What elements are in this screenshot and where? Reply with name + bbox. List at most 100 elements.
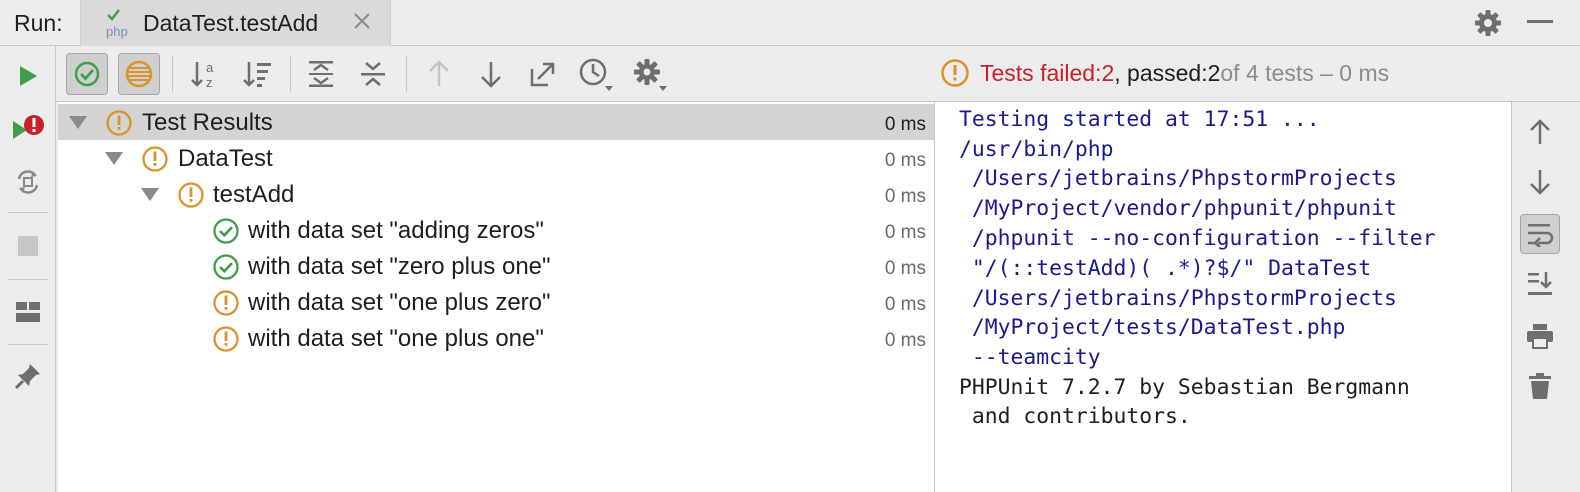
tree-row-one-plus-zero[interactable]: with data set "one plus zero" 0 ms [58,284,934,320]
close-icon[interactable] [351,10,373,32]
php-icon-text: php [106,24,128,39]
left-toolbar [0,46,56,492]
stop-icon [18,236,38,256]
console-line: Testing started at 17:51 ... [959,107,1320,132]
console-line: /Users/jetbrains/PhpstormProjects [959,166,1397,191]
scroll-to-end-icon [1528,272,1552,295]
run-icon [20,66,37,86]
tree-row-zero-plus-one[interactable]: with data set "zero plus one" 0 ms [58,248,934,284]
previous-failed-test-icon [429,60,449,86]
sort-alphabetically-icon: a z [191,60,214,90]
tree-row-label: testAdd [213,181,295,208]
console-line: "/(::testAdd)( .*)?$/" DataTest [959,256,1372,281]
tree-row-label: with data set "one plus zero" [248,289,551,316]
test-runner-toolbar: a z Tests failed: 2 , passed: 2 of 4 tes… [56,46,1580,102]
tab-title: DataTest.testAdd [143,10,319,36]
console-line: PHPUnit 7.2.7 by Sebastian Bergmann [959,375,1410,400]
test-settings-icon [634,59,667,91]
failed-count: 2 [1101,59,1115,86]
print-button[interactable] [1520,316,1560,356]
gear-icon[interactable] [1473,8,1503,38]
tree-row-duration: 0 ms [884,222,926,243]
rerun-failed-tests-button[interactable] [10,111,46,147]
scroll-to-end-button[interactable] [1520,264,1560,304]
show-ignored-icon [125,60,153,88]
scroll-down-button[interactable] [1520,162,1560,202]
soft-wrap-icon [1528,224,1554,247]
total-tests-text: of 4 tests – 0 ms [1220,59,1390,86]
tree-row-duration: 0 ms [884,294,926,315]
tree-row-one-plus-one[interactable]: with data set "one plus one" 0 ms [58,320,934,356]
warning-icon [142,146,168,172]
expand-all-button[interactable] [300,53,342,95]
collapse-all-button[interactable] [352,53,394,95]
next-failed-test-icon [481,62,501,88]
show-ignored-button[interactable] [118,53,160,95]
soft-wrap-button[interactable] [1520,214,1560,254]
test-results-tree: Test Results 0 ms DataTest 0 ms testAdd … [58,102,934,492]
svg-text:z: z [206,75,213,90]
tree-row-datatest[interactable]: DataTest 0 ms [58,140,934,176]
sort-by-duration-button[interactable] [236,53,278,95]
tree-row-label: with data set "one plus one" [248,325,544,352]
show-passed-button[interactable] [66,53,108,95]
passed-count: 2 [1207,59,1221,86]
toggle-auto-test-button[interactable] [10,164,46,200]
clear-all-icon [1529,373,1551,399]
scroll-up-icon [1530,119,1550,144]
test-settings-button[interactable] [628,53,670,95]
previous-failed-test-button[interactable] [418,53,460,95]
tree-row-duration: 0 ms [884,330,926,351]
sort-alphabetically-button[interactable]: a z [184,53,226,95]
warning-icon [213,326,239,352]
tree-row-duration: 0 ms [884,258,926,279]
export-test-results-button[interactable] [522,53,564,95]
console-output[interactable]: Testing started at 17:51 ... /usr/bin/ph… [934,102,1512,492]
stop-button[interactable] [10,228,46,264]
collapse-all-icon [361,62,385,86]
expand-all-icon [309,61,333,87]
run-configuration-tab[interactable]: php DataTest.testAdd [80,0,391,46]
tree-row-adding-zeros[interactable]: with data set "adding zeros" 0 ms [58,212,934,248]
toggle-auto-test-icon [17,170,39,194]
toolbar-separator [8,279,48,280]
restore-layout-icon [16,302,40,322]
minimize-icon[interactable] [1527,20,1553,23]
expand-arrow-icon[interactable] [69,116,87,129]
sort-by-duration-icon [243,62,271,87]
failed-label: Tests failed: [980,59,1102,86]
console-line: /usr/bin/php [959,137,1114,162]
tree-row-duration: 0 ms [884,186,926,207]
tree-row-label: with data set "zero plus one" [248,253,551,280]
toolbar-separator [8,344,48,345]
pin-tab-button[interactable] [10,358,46,394]
next-failed-test-button[interactable] [470,53,512,95]
expand-arrow-icon[interactable] [141,188,159,201]
scroll-up-button[interactable] [1520,112,1560,152]
toolbar-separator [406,56,407,92]
console-line: /Users/jetbrains/PhpstormProjects [959,286,1397,311]
tree-row-test-results[interactable]: Test Results 0 ms [58,104,934,140]
export-test-results-icon [530,62,555,87]
tree-row-testadd[interactable]: testAdd 0 ms [58,176,934,212]
test-history-button[interactable] [574,53,616,95]
test-status-summary: Tests failed: 2 , passed: 2 of 4 tests –… [940,57,1389,89]
run-label: Run: [14,10,63,36]
console-line: and contributors. [959,404,1191,429]
rerun-failed-tests-icon [13,115,44,139]
warning-icon [941,59,969,87]
tree-row-label: Test Results [142,109,273,136]
tree-row-label: with data set "adding zeros" [248,217,544,244]
run-button[interactable] [10,58,46,94]
toolbar-separator [8,212,48,213]
warning-icon [178,182,204,208]
expand-arrow-icon[interactable] [105,152,123,165]
console-toolbar [1512,102,1580,492]
test-history-icon [579,58,613,91]
toolbar-separator [290,56,291,92]
clear-all-button[interactable] [1520,366,1560,406]
restore-layout-button[interactable] [10,294,46,330]
console-line: /MyProject/vendor/phpunit/phpunit [959,196,1397,221]
passed-label: , passed: [1114,59,1208,86]
show-passed-icon [74,61,100,87]
